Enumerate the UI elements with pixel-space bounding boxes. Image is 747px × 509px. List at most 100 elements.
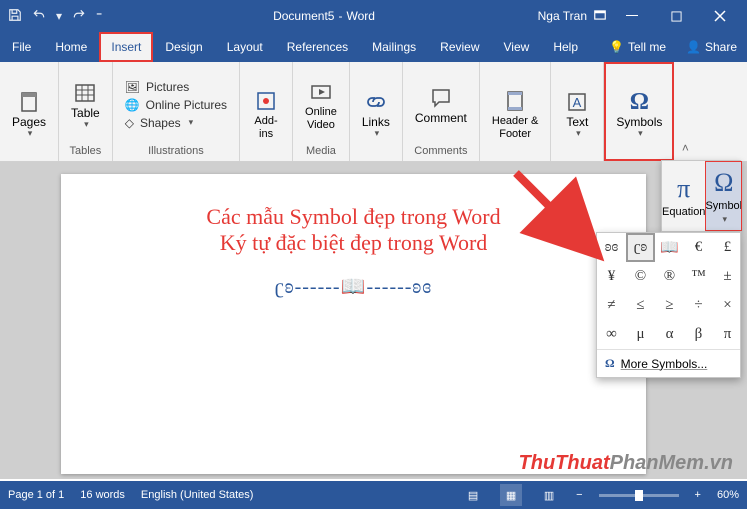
symbol-cell[interactable]: α bbox=[655, 320, 684, 349]
symbol-cell[interactable]: ± bbox=[713, 262, 742, 291]
svg-text:A: A bbox=[573, 95, 582, 110]
tab-layout[interactable]: Layout bbox=[215, 32, 275, 62]
qat-dropdown-icon[interactable]: ▾ bbox=[56, 9, 62, 23]
save-icon[interactable] bbox=[8, 8, 22, 25]
undo-icon[interactable] bbox=[32, 8, 46, 25]
symbol-cell[interactable]: β bbox=[684, 320, 713, 349]
pages-button[interactable]: Pages ▾ bbox=[6, 86, 52, 141]
equation-button[interactable]: π Equation bbox=[662, 161, 705, 231]
symbol-cell[interactable]: ∞ bbox=[597, 320, 626, 349]
window-title: Document5 - Word bbox=[110, 9, 537, 23]
symbol-cell[interactable]: ÷ bbox=[684, 291, 713, 320]
language-indicator[interactable]: English (United States) bbox=[141, 489, 254, 501]
document-page[interactable]: Các mẫu Symbol đẹp trong Word Ký tự đặc … bbox=[61, 174, 646, 474]
more-symbols-button[interactable]: Ω More Symbols... bbox=[597, 349, 740, 377]
collapse-ribbon-icon[interactable]: ˄ bbox=[674, 62, 696, 161]
text-button[interactable]: A Text ▾ bbox=[557, 86, 597, 141]
links-button[interactable]: Links ▾ bbox=[356, 86, 396, 141]
tab-view[interactable]: View bbox=[492, 32, 542, 62]
symbol-cell[interactable]: ® bbox=[655, 262, 684, 291]
symbol-cell[interactable]: μ bbox=[626, 320, 655, 349]
zoom-slider[interactable] bbox=[599, 494, 679, 497]
close-button[interactable] bbox=[701, 0, 739, 32]
header-footer-icon bbox=[501, 87, 529, 115]
comment-icon bbox=[427, 84, 455, 112]
tab-help[interactable]: Help bbox=[541, 32, 590, 62]
addins-icon bbox=[252, 87, 280, 115]
symbol-cell[interactable]: © bbox=[626, 262, 655, 291]
zoom-in-button[interactable]: + bbox=[695, 489, 701, 501]
symbol-button[interactable]: Ω Symbol ▾ bbox=[705, 161, 742, 231]
symbol-cell[interactable]: × bbox=[713, 291, 742, 320]
doc-decoration[interactable]: ʗʚ------📖------ʚɞ bbox=[121, 274, 586, 299]
minimize-button[interactable] bbox=[613, 0, 651, 32]
doc-heading-1[interactable]: Các mẫu Symbol đẹp trong Word bbox=[121, 204, 586, 230]
omega-icon: Ω bbox=[714, 168, 733, 198]
lightbulb-icon: 💡 bbox=[609, 40, 624, 54]
tab-home[interactable]: Home bbox=[43, 32, 99, 62]
addins-button[interactable]: Add- ins bbox=[246, 85, 286, 141]
ribbon-tabs: File Home Insert Design Layout Reference… bbox=[0, 32, 747, 62]
user-name[interactable]: Nga Tran bbox=[538, 9, 587, 23]
pi-icon: π bbox=[677, 174, 690, 204]
equation-label: Equation bbox=[662, 206, 705, 218]
comment-button[interactable]: Comment bbox=[409, 82, 473, 127]
table-icon bbox=[71, 79, 99, 107]
symbol-cell[interactable]: 📖 bbox=[655, 233, 684, 262]
symbol-cell[interactable]: ™ bbox=[684, 262, 713, 291]
pictures-button[interactable]: 🖼Pictures bbox=[125, 80, 227, 94]
document-name: Document5 bbox=[273, 9, 334, 23]
quick-access-toolbar: ▾ ⁼ bbox=[0, 8, 110, 25]
web-layout-icon[interactable]: ▥ bbox=[538, 484, 560, 506]
tab-references[interactable]: References bbox=[275, 32, 360, 62]
symbol-cell[interactable]: ¥ bbox=[597, 262, 626, 291]
symbols-button[interactable]: Ω Symbols ▾ bbox=[610, 86, 668, 141]
media-label: Online Video bbox=[305, 106, 337, 130]
chevron-down-icon: ▾ bbox=[638, 129, 643, 139]
word-count[interactable]: 16 words bbox=[80, 489, 125, 501]
group-links: Links ▾ bbox=[350, 62, 403, 161]
zoom-level[interactable]: 60% bbox=[717, 489, 739, 501]
maximize-button[interactable] bbox=[657, 0, 695, 32]
group-addins: Add- ins bbox=[240, 62, 293, 161]
print-layout-icon[interactable]: ▦ bbox=[500, 484, 522, 506]
addins-label: Add- ins bbox=[254, 115, 277, 139]
symbol-cell[interactable]: ʚɞ bbox=[597, 233, 626, 262]
comment-label: Comment bbox=[415, 112, 467, 125]
shapes-icon: ◇ bbox=[125, 116, 134, 130]
more-symbols-label: More Symbols... bbox=[621, 357, 708, 371]
online-pictures-button[interactable]: 🌐Online Pictures bbox=[125, 98, 227, 112]
table-button[interactable]: Table ▾ bbox=[65, 77, 106, 132]
tell-me-search[interactable]: 💡Tell me bbox=[599, 40, 676, 54]
chevron-down-icon: ▾ bbox=[189, 117, 194, 128]
group-tables: Table ▾ Tables bbox=[59, 62, 113, 161]
tab-design[interactable]: Design bbox=[153, 32, 214, 62]
share-button[interactable]: 👤Share bbox=[676, 40, 747, 54]
tab-file[interactable]: File bbox=[0, 32, 43, 62]
ribbon-display-icon[interactable] bbox=[593, 8, 607, 25]
doc-heading-2[interactable]: Ký tự đặc biệt đẹp trong Word bbox=[121, 230, 586, 256]
title-sep: - bbox=[338, 9, 342, 23]
qat-customize-icon[interactable]: ⁼ bbox=[96, 9, 102, 23]
shapes-button[interactable]: ◇Shapes▾ bbox=[125, 116, 227, 130]
tab-insert[interactable]: Insert bbox=[99, 32, 153, 62]
app-name: Word bbox=[346, 9, 374, 23]
online-video-button[interactable]: Online Video bbox=[299, 76, 343, 132]
symbol-cell[interactable]: € bbox=[684, 233, 713, 262]
symbol-cell[interactable]: π bbox=[713, 320, 742, 349]
chevron-down-icon: ▾ bbox=[375, 129, 380, 139]
zoom-out-button[interactable]: − bbox=[576, 489, 582, 501]
symbol-cell[interactable]: ≤ bbox=[626, 291, 655, 320]
chevron-down-icon: ▾ bbox=[576, 129, 581, 139]
symbol-cell[interactable]: ≥ bbox=[655, 291, 684, 320]
page-indicator[interactable]: Page 1 of 1 bbox=[8, 489, 64, 501]
redo-icon[interactable] bbox=[72, 8, 86, 25]
read-mode-icon[interactable]: ▤ bbox=[462, 484, 484, 506]
omega-icon: Ω bbox=[625, 88, 653, 116]
symbol-cell[interactable]: £ bbox=[713, 233, 742, 262]
tab-mailings[interactable]: Mailings bbox=[360, 32, 428, 62]
tab-review[interactable]: Review bbox=[428, 32, 491, 62]
symbol-cell[interactable]: ≠ bbox=[597, 291, 626, 320]
header-footer-button[interactable]: Header & Footer bbox=[486, 85, 544, 141]
symbol-cell[interactable]: ʗʚ bbox=[626, 233, 655, 262]
